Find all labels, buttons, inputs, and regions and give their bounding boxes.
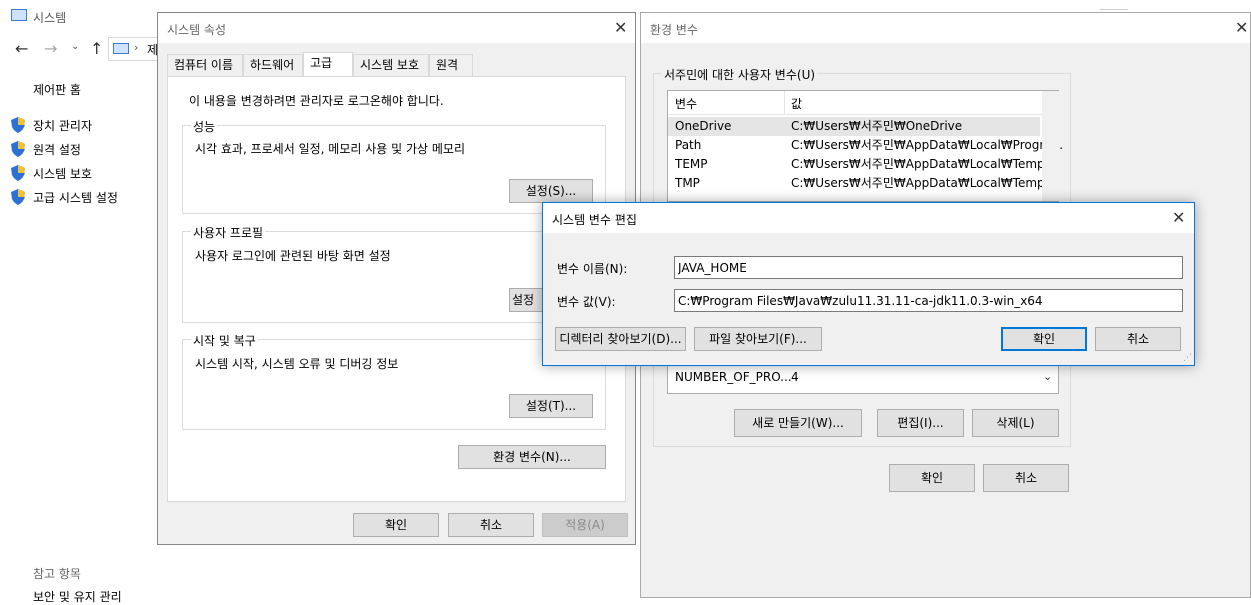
performance-settings-button[interactable]: 설정(S)...	[509, 179, 593, 203]
sys-cancel-button[interactable]: 취소	[448, 513, 534, 537]
system-vars-list[interactable]: NUMBER_OF_PRO... 4 ⌄	[667, 364, 1059, 394]
scroll-down-icon[interactable]: ⌄	[1043, 370, 1052, 383]
row-value: C:₩Users₩서주민₩AppData₩Local₩Temp	[791, 176, 1045, 190]
admin-note: 이 내용을 변경하려면 관리자로 로그온해야 합니다.	[189, 94, 444, 108]
variable-value-label: 변수 값(V):	[557, 295, 616, 309]
system-window-icon	[11, 9, 27, 21]
performance-label: 성능	[191, 118, 218, 135]
table-row[interactable]: Path C:₩Users₩서주민₩AppData₩Local₩Progra..…	[668, 136, 1063, 155]
table-row[interactable]: TEMP C:₩Users₩서주민₩AppData₩Local₩Temp	[668, 155, 1045, 174]
env-vars-titlebar: 환경 변수 ✕	[641, 13, 1250, 43]
nav-link-label: 장치 관리자	[33, 119, 93, 133]
tab-computer-name[interactable]: 컴퓨터 이름	[167, 54, 243, 76]
system-window-title: 시스템	[33, 11, 67, 25]
performance-group: 성능 시각 효과, 프로세서 일정, 메모리 사용 및 가상 메모리 설정(S)…	[182, 118, 606, 214]
row-name: Path	[675, 138, 702, 152]
back-arrow-icon[interactable]: ←	[15, 39, 28, 58]
tab-remote[interactable]: 원격	[429, 54, 473, 76]
list-header: 변수 값	[668, 91, 1042, 115]
new-variable-button[interactable]: 새로 만들기(W)...	[734, 409, 862, 437]
column-divider	[784, 91, 785, 115]
shield-icon	[11, 141, 25, 157]
row-name: OneDrive	[675, 119, 732, 133]
variable-value-input[interactable]	[674, 289, 1183, 312]
recent-dropdown-icon[interactable]: ⌄	[71, 41, 79, 52]
shield-icon	[11, 189, 25, 205]
table-row[interactable]: TMP C:₩Users₩서주민₩AppData₩Local₩Temp	[668, 174, 1045, 193]
nav-link-label: 고급 시스템 설정	[33, 191, 118, 205]
user-profile-description: 사용자 로그인에 관련된 바탕 화면 설정	[195, 249, 391, 263]
tab-strip: 컴퓨터 이름 하드웨어 고급 시스템 보호 원격	[167, 52, 627, 78]
tab-hardware[interactable]: 하드웨어	[243, 54, 303, 76]
column-header-value[interactable]: 값	[791, 95, 802, 112]
row-value: C:₩Users₩서주민₩AppData₩Local₩Temp	[791, 157, 1045, 171]
row-value: C:₩Users₩서주민₩AppData₩Local₩Progra...	[791, 138, 1064, 152]
row-name: TMP	[675, 176, 700, 190]
tab-system-protection[interactable]: 시스템 보호	[353, 54, 429, 76]
column-header-variable[interactable]: 변수	[675, 95, 697, 112]
browse-directory-button[interactable]: 디렉터리 찾아보기(D)...	[555, 327, 686, 351]
see-also-link-security[interactable]: 보안 및 유지 관리	[33, 588, 122, 605]
close-icon[interactable]: ✕	[1235, 20, 1248, 36]
browse-file-button[interactable]: 파일 찾아보기(F)...	[694, 327, 822, 351]
startup-recovery-label: 시작 및 복구	[191, 332, 258, 349]
up-arrow-icon[interactable]: ↑	[90, 39, 103, 58]
env-cancel-button[interactable]: 취소	[983, 464, 1069, 492]
sys-props-titlebar: 시스템 속성 ✕	[158, 13, 635, 43]
user-vars-group-label: 서주민에 대한 사용자 변수(U)	[662, 66, 818, 83]
edit-dialog-titlebar: 시스템 변수 편집 ✕	[543, 203, 1194, 233]
row-name: NUMBER_OF_PRO...	[675, 370, 792, 384]
shield-icon	[11, 117, 25, 133]
see-also-heading: 참고 항목	[33, 567, 81, 581]
variable-name-label: 변수 이름(N):	[557, 262, 628, 276]
sys-ok-button[interactable]: 확인	[353, 513, 439, 537]
environment-variables-button[interactable]: 환경 변수(N)...	[458, 445, 606, 469]
computer-icon	[113, 43, 129, 54]
forward-arrow-icon[interactable]: →	[44, 39, 57, 58]
table-row[interactable]: OneDrive C:₩Users₩서주민₩OneDrive	[668, 117, 1040, 136]
startup-recovery-description: 시스템 시작, 시스템 오류 및 디버깅 정보	[195, 357, 399, 371]
user-profile-label: 사용자 프로필	[191, 224, 266, 241]
list-scrollbar[interactable]	[1042, 91, 1059, 201]
edit-ok-button[interactable]: 확인	[1001, 327, 1087, 351]
edit-variable-button[interactable]: 편집(I)...	[877, 409, 964, 437]
nav-link-label: 원격 설정	[33, 143, 81, 157]
edit-cancel-button[interactable]: 취소	[1095, 327, 1181, 351]
performance-description: 시각 효과, 프로세서 일정, 메모리 사용 및 가상 메모리	[195, 142, 465, 156]
env-vars-title: 환경 변수	[650, 23, 698, 37]
sys-props-title: 시스템 속성	[167, 23, 227, 37]
row-value: C:₩Users₩서주민₩OneDrive	[791, 119, 963, 133]
row-value: 4	[791, 370, 799, 384]
close-icon[interactable]: ✕	[1172, 210, 1185, 226]
delete-variable-button[interactable]: 삭제(L)	[972, 409, 1059, 437]
resize-grip-icon[interactable]: ⋰	[1183, 353, 1192, 363]
row-name: TEMP	[675, 157, 708, 171]
breadcrumb-separator-icon: ›	[134, 41, 139, 54]
startup-recovery-settings-button[interactable]: 설정(T)...	[509, 394, 593, 418]
sys-apply-button[interactable]: 적용(A)	[542, 513, 628, 537]
user-vars-list[interactable]: 변수 값 OneDrive C:₩Users₩서주민₩OneDrive Path…	[667, 90, 1063, 202]
tab-advanced[interactable]: 고급	[303, 52, 353, 77]
env-ok-button[interactable]: 확인	[889, 464, 975, 492]
control-panel-home-link[interactable]: 제어판 홈	[33, 81, 81, 98]
background-window-controls	[1100, 0, 1128, 10]
edit-variable-dialog: 시스템 변수 편집 ✕ 변수 이름(N): 변수 값(V): 디렉터리 찾아보기…	[542, 202, 1195, 366]
edit-dialog-title: 시스템 변수 편집	[552, 213, 637, 227]
nav-link-label: 시스템 보호	[33, 167, 93, 181]
close-icon[interactable]: ✕	[614, 20, 627, 36]
variable-name-input[interactable]	[674, 256, 1183, 279]
address-bar[interactable]: › 제	[108, 37, 160, 61]
table-row[interactable]: NUMBER_OF_PRO... 4	[668, 368, 1040, 387]
shield-icon	[11, 165, 25, 181]
